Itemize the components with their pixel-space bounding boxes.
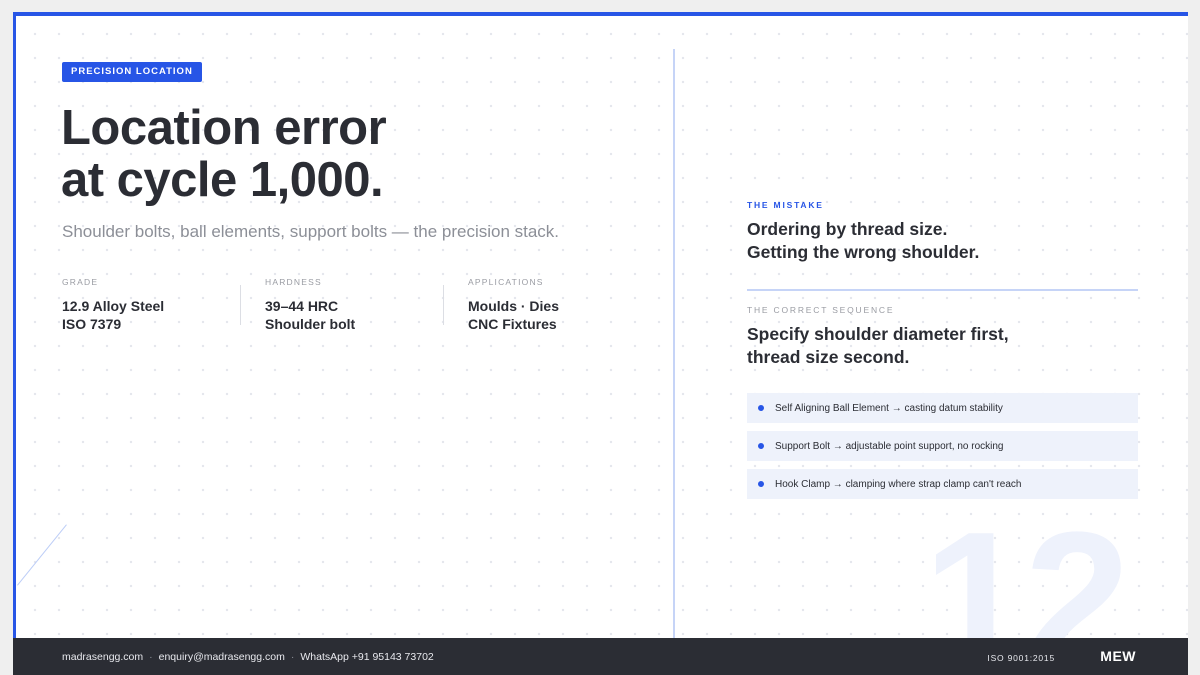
mistake-heading: Ordering by thread size. Getting the wro…: [747, 218, 1138, 264]
spec-label: APPLICATIONS: [468, 277, 544, 287]
list-item: Support Bolt → adjustable point support,…: [747, 431, 1138, 461]
left-accent-bar: [13, 12, 16, 675]
spec-value: Moulds · Dies: [468, 298, 560, 314]
mistake-line-1: Ordering by thread size.: [747, 219, 948, 239]
spec-value: 12.9 Alloy Steel: [62, 298, 165, 314]
spec-value: Shoulder bolt: [265, 316, 356, 332]
top-accent-bar: [13, 12, 1188, 16]
spec-separator: [443, 285, 444, 325]
footer: madrasengg.com · enquiry@madrasengg.com · Wh…: [13, 638, 1188, 675]
spec-row: GRADE 12.9 Alloy Steel ISO 7379 HARDNESS…: [62, 277, 671, 333]
website-link[interactable]: madrasengg.com: [62, 651, 143, 663]
spec-hardness: HARDNESS 39–44 HRC Shoulder bolt: [265, 277, 468, 333]
section-rule: [747, 289, 1138, 291]
bullet-icon: [758, 443, 764, 449]
right-panel: THE MISTAKE Ordering by thread size. Get…: [747, 200, 1138, 507]
spec-value: ISO 7379: [62, 316, 122, 332]
list-item-text: Support Bolt → adjustable point support,…: [775, 440, 1004, 452]
mistake-label: THE MISTAKE: [747, 200, 824, 210]
footer-separator: ·: [149, 651, 153, 663]
category-tag: PRECISION LOCATION: [62, 62, 202, 82]
spec-grade: GRADE 12.9 Alloy Steel ISO 7379: [62, 277, 265, 333]
iso-certification: ISO 9001:2015: [987, 653, 1055, 663]
slide: 12 PRECISION LOCATION Location error at …: [13, 12, 1188, 675]
bullet-icon: [758, 405, 764, 411]
spec-value: CNC Fixtures: [468, 316, 557, 332]
spec-label: GRADE: [62, 277, 99, 287]
page-title: Location error at cycle 1,000.: [61, 101, 387, 207]
spec-value: 39–44 HRC: [265, 298, 339, 314]
list-item-text: Self Aligning Ball Element → casting dat…: [775, 402, 1003, 414]
sequence-list: Self Aligning Ball Element → casting dat…: [747, 393, 1138, 499]
bullet-icon: [758, 481, 764, 487]
column-divider: [673, 49, 675, 639]
sequence-line-2: thread size second.: [747, 347, 910, 367]
spec-separator: [240, 285, 241, 325]
spec-label: HARDNESS: [265, 277, 322, 287]
list-item: Self Aligning Ball Element → casting dat…: [747, 393, 1138, 423]
list-item-text: Hook Clamp → clamping where strap clamp …: [775, 478, 1022, 490]
footer-contacts: madrasengg.com · enquiry@madrasengg.com · Wh…: [62, 651, 434, 663]
brand-logo: MEW: [1100, 648, 1136, 664]
spec-applications: APPLICATIONS Moulds · Dies CNC Fixtures: [468, 277, 671, 333]
list-item: Hook Clamp → clamping where strap clamp …: [747, 469, 1138, 499]
sequence-heading: Specify shoulder diameter first, thread …: [747, 323, 1138, 369]
whatsapp-link[interactable]: WhatsApp +91 95143 73702: [300, 651, 433, 663]
footer-separator: ·: [290, 651, 295, 663]
subtitle: Shoulder bolts, ball elements, support b…: [62, 222, 560, 241]
title-line-2: at cycle 1,000.: [61, 153, 384, 207]
sequence-line-1: Specify shoulder diameter first,: [747, 324, 1009, 344]
sequence-label: THE CORRECT SEQUENCE: [747, 305, 895, 315]
email-link[interactable]: enquiry@madrasengg.com: [159, 651, 285, 663]
mistake-line-2: Getting the wrong shoulder.: [747, 242, 980, 262]
title-line-1: Location error: [61, 101, 387, 155]
